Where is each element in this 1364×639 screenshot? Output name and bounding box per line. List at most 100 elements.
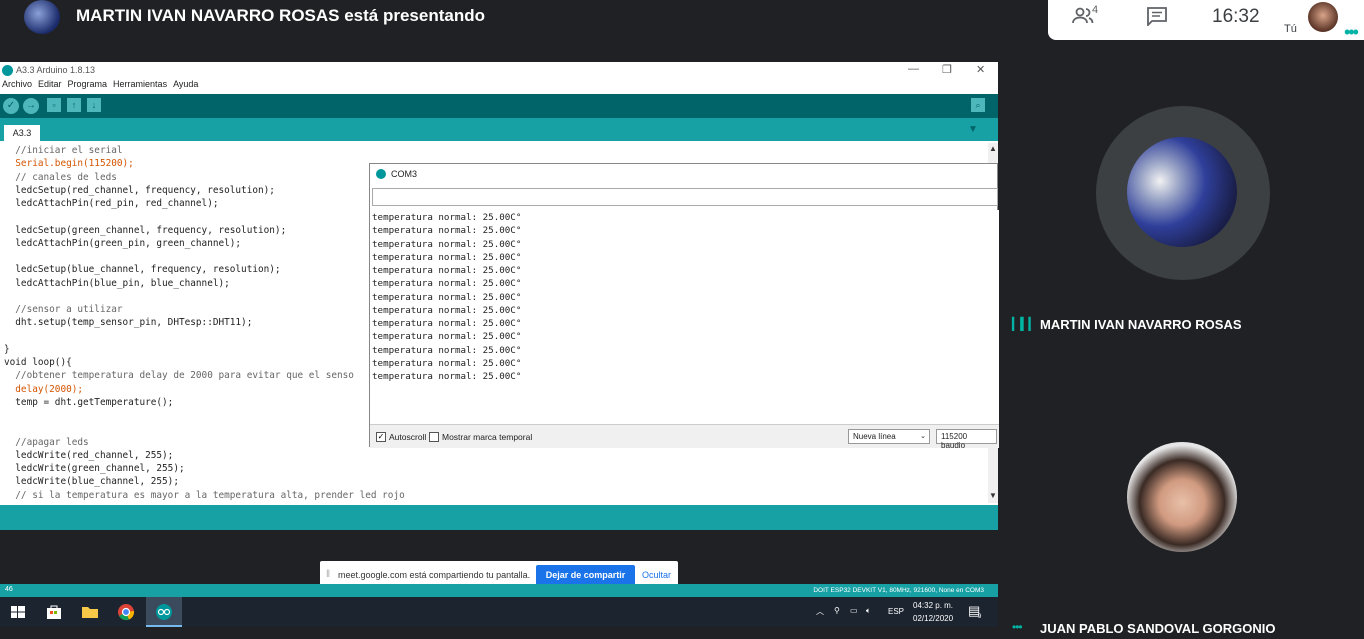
serial-logo-icon [376, 169, 386, 179]
arduino-menubar: Archivo Editar Programa Herramientas Ayu… [0, 79, 198, 94]
serial-line: temperatura normal: 25.00C° [372, 238, 522, 250]
maximize-icon[interactable]: ❐ [942, 63, 952, 76]
stop-sharing-button[interactable]: Dejar de compartir [536, 565, 635, 586]
battery-icon[interactable]: ▭ [850, 606, 858, 615]
hide-share-bar-link[interactable]: Ocultar [642, 570, 671, 580]
tray-chevron-icon[interactable]: ︿ [816, 606, 824, 617]
menu-editar[interactable]: Editar [38, 79, 62, 94]
network-icon[interactable]: ⚲ [834, 606, 840, 615]
presenter-avatar [24, 0, 60, 34]
close-icon[interactable]: ✕ [976, 63, 985, 76]
arduino-toolbar: ✓ → ▫ ↑ ↓ ⌕ [0, 94, 998, 118]
autoscroll-checkbox[interactable]: ✓ [376, 432, 386, 442]
serial-line: temperatura normal: 25.00C° [372, 357, 522, 369]
serial-line: temperatura normal: 25.00C° [372, 225, 522, 237]
serial-title: COM3 [391, 169, 418, 179]
menu-ayuda[interactable]: Ayuda [173, 79, 198, 94]
arduino-logo-icon [2, 65, 13, 76]
baud-select[interactable]: 115200 baudio [936, 429, 997, 450]
more-icon[interactable]: ••• [1344, 22, 1359, 43]
chevron-down-icon: ⌄ [920, 433, 926, 440]
menu-herramientas[interactable]: Herramientas [113, 79, 167, 94]
self-label: Tú [1284, 23, 1297, 35]
drag-handle-icon[interactable]: ‖ [326, 569, 330, 580]
serial-line: temperatura normal: 25.00C° [372, 304, 522, 316]
code-line: ledcAttachPin(green_pin, green_channel); [4, 237, 242, 249]
chrome-icon[interactable] [116, 602, 136, 622]
arduino-taskbar-icon [156, 604, 172, 620]
code-line: ledcAttachPin(blue_pin, blue_channel); [4, 277, 230, 289]
serial-line: temperatura normal: 25.00C° [372, 331, 522, 343]
line-number: 46 [5, 586, 13, 593]
arduino-taskbar-button[interactable] [146, 597, 182, 627]
serial-titlebar: COM3 [370, 164, 999, 184]
code-line: dht.setup(temp_sensor_pin, DHTesp::DHT11… [4, 317, 253, 329]
language-indicator[interactable]: ESP [888, 607, 904, 616]
serial-send-input[interactable] [372, 188, 998, 206]
code-line: // si la temperatura es mayor a la tempe… [4, 489, 405, 501]
serial-line: temperatura normal: 25.00C° [372, 278, 522, 290]
line-ending-value: Nueva línea [853, 432, 896, 441]
self-avatar[interactable] [1308, 2, 1338, 32]
code-line: ledcWrite(red_channel, 255); [4, 449, 174, 461]
serial-line: temperatura normal: 25.00C° [372, 265, 522, 276]
code-line: temp = dht.getTemperature(); [4, 396, 174, 408]
code-line: delay(2000); [4, 383, 84, 395]
speaking-icon: ▎▍▎ [1012, 317, 1038, 331]
serial-line: temperatura normal: 25.00C° [372, 344, 522, 356]
windows-taskbar: ︿ ⚲ ▭ 🔈︎ ESP 04:32 p. m. 02/12/2020 ▤ 9 [0, 597, 998, 627]
new-sketch-icon[interactable]: ▫ [47, 98, 61, 112]
taskbar-time[interactable]: 04:32 p. m. [913, 601, 953, 610]
more-options-icon[interactable]: ••• [1012, 620, 1023, 634]
store-icon[interactable] [44, 602, 64, 622]
open-sketch-icon[interactable]: ↑ [67, 98, 81, 112]
upload-icon[interactable]: → [23, 98, 39, 114]
serial-line: temperatura normal: 25.00C° [372, 212, 522, 223]
minimize-icon[interactable]: — [908, 63, 919, 75]
timestamp-label: Mostrar marca temporal [442, 432, 533, 442]
windows-start-icon[interactable] [8, 602, 28, 622]
meeting-time: 16:32 [1212, 6, 1260, 27]
tab-menu-icon[interactable]: ▼ [968, 124, 978, 135]
arduino-titlebar: A3.3 Arduino 1.8.13 — ❐ ✕ [0, 62, 998, 79]
verify-icon[interactable]: ✓ [3, 98, 19, 114]
code-line: //apagar leds [4, 436, 89, 448]
volume-icon[interactable]: 🔈︎ [866, 606, 871, 616]
presenter-title: MARTIN IVAN NAVARRO ROSAS está presentan… [76, 6, 485, 25]
screen: MARTIN IVAN NAVARRO ROSAS está presentan… [0, 0, 1364, 639]
code-line: ledcSetup(blue_channel, frequency, resol… [4, 264, 281, 276]
participant-avatar [1127, 442, 1237, 552]
people-icon[interactable] [1072, 6, 1094, 26]
serial-line: temperatura normal: 25.00C° [372, 318, 522, 329]
code-line: ledcWrite(green_channel, 255); [4, 463, 185, 474]
menu-archivo[interactable]: Archivo [2, 79, 32, 94]
autoscroll-label: Autoscroll [389, 432, 427, 442]
save-sketch-icon[interactable]: ↓ [87, 98, 101, 112]
scroll-up-icon[interactable]: ▲ [989, 144, 997, 153]
participant-name: MARTIN IVAN NAVARRO ROSAS [1040, 317, 1242, 332]
tab-a3-3[interactable]: A3.3 [4, 125, 40, 141]
code-line: Serial.begin(115200); [4, 158, 134, 170]
code-line: ledcSetup(red_channel, frequency, resolu… [4, 184, 275, 196]
line-ending-select[interactable]: Nueva línea ⌄ [848, 429, 930, 444]
scroll-down-icon[interactable]: ▼ [989, 491, 997, 500]
baud-value: 115200 baudio [941, 432, 968, 450]
file-explorer-icon[interactable] [80, 602, 100, 622]
serial-monitor-icon[interactable]: ⌕ [971, 98, 985, 112]
share-message: meet.google.com está compartiendo tu pan… [338, 570, 531, 580]
code-line: ledcWrite(blue_channel, 255); [4, 476, 179, 488]
notification-count: 9 [978, 614, 982, 620]
serial-footer: ✓ Autoscroll Mostrar marca temporal Nuev… [370, 424, 999, 450]
arduino-bottom-status: 46 DOIT ESP32 DEVKIT V1, 80MHz, 921600, … [0, 584, 998, 597]
code-line: //sensor a utilizar [4, 304, 123, 315]
arduino-tabbar: A3.3 ▼ [0, 118, 998, 141]
timestamp-checkbox[interactable] [429, 432, 439, 442]
taskbar-date[interactable]: 02/12/2020 [913, 614, 953, 623]
chat-icon[interactable] [1146, 6, 1168, 26]
serial-output: temperatura normal: 25.00C° temperatura n… [370, 210, 999, 424]
board-info: DOIT ESP32 DEVKIT V1, 80MHz, 921600, Non… [813, 587, 984, 594]
arduino-status-bar [0, 505, 998, 530]
code-line: ledcAttachPin(red_pin, red_channel); [4, 198, 219, 209]
serial-line: temperatura normal: 25.00C° [372, 251, 522, 263]
menu-programa[interactable]: Programa [68, 79, 108, 94]
